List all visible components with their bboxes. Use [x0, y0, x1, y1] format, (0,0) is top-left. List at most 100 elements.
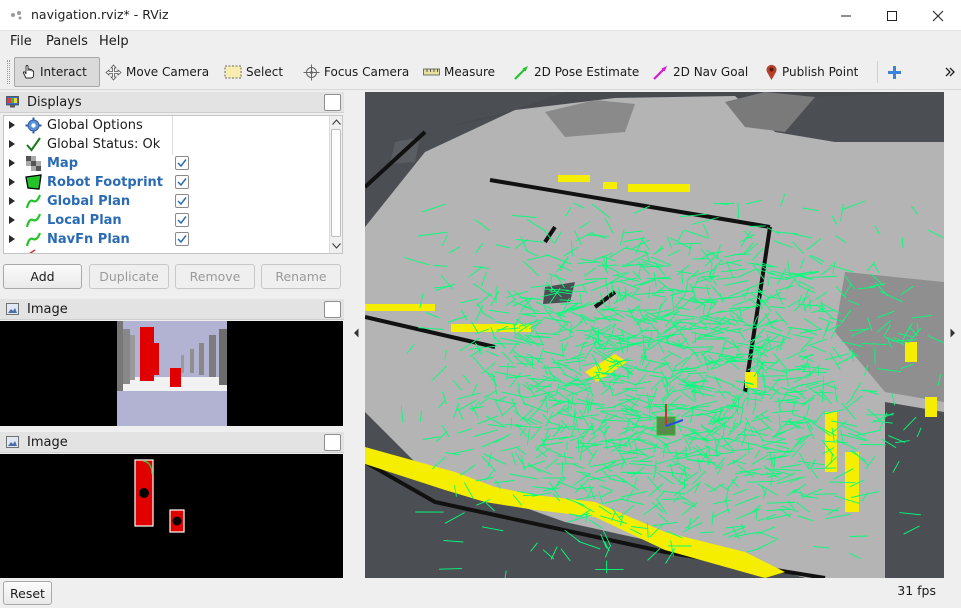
- polygon-icon: [25, 174, 42, 190]
- tool-interact[interactable]: Interact: [14, 57, 100, 87]
- rename-display-button[interactable]: Rename: [261, 264, 341, 289]
- displays-tree: Global Options Global Status: Ok Map Rob…: [3, 115, 343, 254]
- close-button[interactable]: [915, 0, 961, 31]
- tool-label: Focus Camera: [324, 65, 410, 79]
- display-item-map[interactable]: Map: [4, 154, 329, 173]
- particle-arrow: [762, 371, 764, 382]
- move-camera-icon: [105, 63, 122, 81]
- detection-image: [134, 459, 185, 533]
- display-enable-checkbox[interactable]: [175, 175, 189, 189]
- menu-help[interactable]: Help: [99, 34, 129, 49]
- add-tool-button[interactable]: [887, 57, 906, 87]
- particle-arrow: [693, 301, 715, 304]
- tool-label: Move Camera: [126, 65, 210, 79]
- image-panel-2-header: Image: [0, 432, 344, 453]
- panel-title: Displays: [27, 95, 82, 110]
- display-item-robot-footprint[interactable]: Robot Footprint: [4, 173, 329, 192]
- add-display-button[interactable]: Add: [3, 264, 82, 289]
- tool-2d-pose-estimate[interactable]: 2D Pose Estimate: [513, 57, 639, 87]
- collapse-right-icon[interactable]: [950, 328, 956, 338]
- minimize-button[interactable]: [823, 0, 869, 31]
- display-item-navfn-plan[interactable]: NavFn Plan: [4, 230, 329, 249]
- panel-title: Image: [27, 435, 68, 450]
- expand-arrow-icon[interactable]: [9, 178, 15, 186]
- displays-panel-header: Displays: [0, 92, 344, 113]
- tool-label: Select: [246, 65, 284, 79]
- expand-arrow-icon[interactable]: [9, 121, 15, 129]
- detection-image-view: [0, 454, 343, 578]
- title-bar: navigation.rviz* - RViz: [0, 0, 961, 31]
- panel-float-button[interactable]: [324, 94, 341, 111]
- remove-display-button[interactable]: Remove: [175, 264, 255, 289]
- minimize-icon: [841, 15, 851, 16]
- expand-arrow-icon[interactable]: [9, 140, 15, 148]
- particle-arrow: [646, 277, 672, 280]
- display-item-global-status[interactable]: Global Status: Ok: [4, 135, 329, 154]
- tree-scrollbar[interactable]: [329, 116, 342, 253]
- display-enable-checkbox[interactable]: [175, 194, 189, 208]
- expand-arrow-icon[interactable]: [9, 216, 15, 224]
- image-icon: [6, 436, 19, 448]
- particle-arrow: [438, 568, 463, 570]
- reset-button[interactable]: Reset: [3, 581, 52, 605]
- menu-bar: File Panels Help: [0, 31, 961, 52]
- navigation-map-scene[interactable]: [365, 92, 944, 578]
- image-panel-1-header: Image: [0, 299, 344, 320]
- duplicate-display-button[interactable]: Duplicate: [89, 264, 169, 289]
- maximize-button[interactable]: [869, 0, 915, 31]
- toolbar-overflow-button[interactable]: [945, 57, 959, 87]
- panel-float-button[interactable]: [324, 434, 341, 451]
- menu-file[interactable]: File: [10, 34, 32, 49]
- left-dock-splitter[interactable]: [344, 90, 364, 580]
- particle-arrow: [813, 391, 833, 394]
- tool-focus-camera[interactable]: Focus Camera: [303, 57, 409, 87]
- menu-panels[interactable]: Panels: [46, 34, 88, 49]
- tool-2d-nav-goal[interactable]: 2D Nav Goal: [652, 57, 748, 87]
- tool-select[interactable]: Select: [224, 57, 283, 87]
- tool-move-camera[interactable]: Move Camera: [105, 57, 209, 87]
- expand-arrow-icon[interactable]: [9, 197, 15, 205]
- gear-icon: [25, 117, 42, 134]
- display-item-label: Local Plan: [47, 213, 122, 228]
- expand-arrow-icon[interactable]: [9, 159, 15, 167]
- display-item-global-plan[interactable]: Global Plan: [4, 192, 329, 211]
- particle-arrow: [813, 493, 838, 495]
- image-icon: [6, 303, 19, 315]
- rviz-app-icon: [11, 11, 22, 20]
- render-viewport[interactable]: [365, 92, 944, 578]
- monitor-icon: [6, 96, 19, 108]
- tool-publish-point[interactable]: Publish Point: [765, 57, 858, 87]
- toolbar-grip[interactable]: [7, 60, 10, 84]
- display-item-global-options[interactable]: Global Options: [4, 116, 329, 135]
- checkmark-icon: [177, 159, 187, 168]
- panel-title: Image: [27, 302, 68, 317]
- scroll-down-icon[interactable]: [332, 243, 341, 249]
- scrollbar-thumb[interactable]: [331, 129, 341, 237]
- collapse-left-icon[interactable]: [353, 328, 359, 338]
- display-item-local-plan[interactable]: Local Plan: [4, 211, 329, 230]
- path-icon: [25, 232, 42, 247]
- ruler-icon: [423, 68, 440, 76]
- particle-arrow: [628, 309, 658, 311]
- display-enable-checkbox[interactable]: [175, 156, 189, 170]
- checkmark-icon: [26, 137, 41, 152]
- display-item-label: Global Status: Ok: [47, 137, 161, 152]
- checkmark-icon: [177, 216, 187, 225]
- tool-label: 2D Nav Goal: [673, 65, 749, 79]
- display-enable-checkbox[interactable]: [175, 213, 189, 227]
- particle-arrow: [781, 369, 806, 371]
- display-item-label: Global Options: [47, 118, 143, 133]
- right-dock-splitter[interactable]: [944, 90, 961, 580]
- display-item-label: Robot Footprint: [47, 175, 163, 190]
- focus-camera-icon: [303, 64, 320, 80]
- tool-measure[interactable]: Measure: [423, 57, 495, 87]
- plus-icon: [888, 65, 901, 79]
- particle-arrow: [570, 428, 594, 431]
- path-icon: [25, 213, 42, 228]
- scroll-up-icon[interactable]: [332, 119, 341, 125]
- checkmark-icon: [177, 235, 187, 244]
- display-enable-checkbox[interactable]: [175, 232, 189, 246]
- panel-float-button[interactable]: [324, 301, 341, 318]
- expand-arrow-icon[interactable]: [9, 235, 15, 243]
- status-bar: Reset 31 fps: [0, 580, 961, 608]
